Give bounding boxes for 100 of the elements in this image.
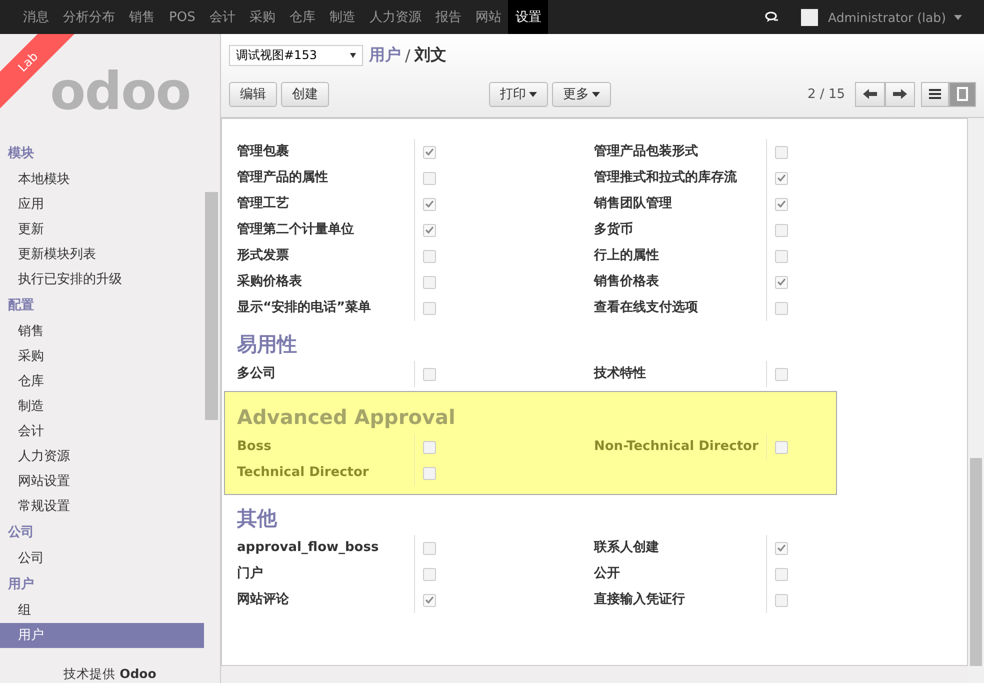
sidebar-item[interactable]: 网站设置 — [0, 469, 204, 494]
field-label: 多公司 — [237, 365, 277, 383]
list-view-button[interactable] — [921, 82, 949, 106]
checkbox[interactable] — [423, 568, 436, 580]
user-menu[interactable]: Administrator (lab) — [828, 10, 962, 24]
avatar-icon — [800, 8, 818, 26]
sidebar-item[interactable]: 本地模块 — [0, 167, 204, 192]
sidebar-item[interactable]: 制造 — [0, 394, 204, 419]
menu-item[interactable]: 仓库 — [282, 0, 322, 34]
sidebar-item[interactable]: 更新模块列表 — [0, 242, 204, 267]
sidebar-item[interactable]: 人力资源 — [0, 444, 204, 469]
checkbox[interactable] — [423, 276, 436, 288]
section-title: 其他 — [237, 505, 278, 531]
field-label: Boss — [237, 438, 272, 456]
field-label: 管理推式和拉式的库存流 — [594, 168, 738, 187]
menu-item[interactable]: 会计 — [202, 0, 242, 34]
field-label: 形式发票 — [237, 247, 290, 265]
checkbox[interactable] — [423, 368, 436, 380]
checkbox[interactable] — [775, 146, 788, 158]
sidebar-heading: 公司 — [6, 524, 35, 542]
checkbox[interactable] — [423, 172, 436, 184]
field-label: 联系人创建 — [594, 538, 660, 557]
menu-item[interactable]: 分析分布 — [56, 0, 122, 34]
checkbox[interactable] — [423, 466, 436, 480]
sidebar-item[interactable]: 仓库 — [0, 369, 204, 394]
sidebar-item[interactable]: 用户 — [0, 623, 204, 648]
sidebar-heading: 模块 — [6, 145, 35, 163]
checkbox[interactable] — [423, 302, 436, 314]
checkbox[interactable] — [423, 198, 436, 210]
checkbox[interactable] — [423, 542, 436, 554]
sidebar-item[interactable]: 更新 — [0, 217, 204, 242]
field-label: 管理第二个计量单位 — [237, 221, 355, 239]
checkbox[interactable] — [423, 440, 436, 454]
field-label: 直接输入凭证行 — [594, 590, 686, 609]
field-label: 管理包裹 — [237, 142, 290, 161]
checkbox[interactable] — [775, 224, 788, 236]
checkbox[interactable] — [775, 440, 788, 454]
view-select[interactable]: 调试视图#153 — [229, 44, 363, 66]
field-label: approval_flow_boss — [237, 539, 380, 557]
sidebar-item[interactable]: 执行已安排的升级 — [0, 267, 204, 292]
field-label: 显示“安排的电话”菜单 — [237, 298, 372, 317]
record-title: 刘文 — [414, 44, 446, 66]
checkbox[interactable] — [775, 594, 788, 606]
field-label: 门户 — [237, 564, 264, 583]
field-label: 管理产品包装形式 — [594, 142, 699, 161]
field-label: 管理产品的属性 — [237, 168, 329, 187]
pager-text: 2 / 15 — [808, 86, 845, 102]
previous-button[interactable] — [855, 82, 885, 106]
field-label: 查看在线支付选项 — [594, 299, 699, 317]
menu-item[interactable]: 报告 — [428, 0, 468, 34]
field-label: 公开 — [594, 565, 621, 583]
checkbox[interactable] — [775, 542, 788, 554]
field-label: 网站评论 — [237, 591, 290, 609]
menu-item[interactable]: 人力资源 — [362, 0, 428, 34]
chat-icon[interactable] — [764, 11, 779, 23]
field-label: 销售团队管理 — [594, 195, 673, 213]
menu-item[interactable]: 采购 — [242, 0, 282, 34]
logo: odoo — [50, 62, 190, 122]
sidebar-item[interactable]: 常规设置 — [0, 494, 204, 519]
sidebar-item[interactable]: 组 — [0, 598, 204, 623]
field-label: 技术特性 — [594, 365, 647, 383]
ribbon-label: Lab — [15, 49, 41, 75]
breadcrumb-separator: / — [405, 46, 410, 64]
sidebar-item[interactable]: 会计 — [0, 419, 204, 444]
section-title: Advanced Approval — [237, 404, 456, 430]
list-icon — [929, 89, 941, 99]
breadcrumb-link[interactable]: 用户 — [369, 44, 401, 66]
checkbox[interactable] — [775, 198, 788, 210]
field-label: 管理工艺 — [237, 195, 290, 213]
dropdown-button[interactable]: 更多 — [552, 82, 611, 106]
menu-item[interactable]: 制造 — [322, 0, 362, 34]
sidebar-item[interactable]: 销售 — [0, 319, 204, 344]
menu-item[interactable]: 网站 — [468, 0, 508, 34]
field-label: Non-Technical Director — [594, 438, 760, 456]
sidebar-heading: 用户 — [6, 576, 35, 594]
checkbox[interactable] — [775, 302, 788, 314]
checkbox[interactable] — [423, 146, 436, 158]
field-label: Technical Director — [237, 464, 370, 482]
checkbox[interactable] — [775, 276, 788, 288]
checkbox[interactable] — [775, 368, 788, 380]
menu-item[interactable]: 消息 — [16, 0, 56, 34]
right-arrow-icon — [893, 89, 907, 99]
checkbox[interactable] — [423, 594, 436, 606]
checkbox[interactable] — [775, 172, 788, 184]
checkbox[interactable] — [423, 224, 436, 236]
sidebar-item[interactable]: 采购 — [0, 344, 204, 369]
menu-item[interactable]: 设置 — [508, 0, 548, 34]
sidebar-item[interactable]: 公司 — [0, 546, 204, 571]
checkbox[interactable] — [775, 250, 788, 262]
field-label: 销售价格表 — [594, 273, 660, 291]
section-title: 易用性 — [237, 331, 298, 357]
action-button[interactable]: 创建 — [281, 82, 329, 106]
menu-item[interactable]: POS — [162, 0, 202, 34]
action-button[interactable]: 编辑 — [229, 82, 277, 106]
next-button[interactable] — [885, 82, 915, 106]
checkbox[interactable] — [775, 568, 788, 580]
dropdown-button[interactable]: 打印 — [489, 82, 548, 106]
checkbox[interactable] — [423, 250, 436, 262]
menu-item[interactable]: 销售 — [122, 0, 162, 34]
sidebar-item[interactable]: 应用 — [0, 192, 204, 217]
